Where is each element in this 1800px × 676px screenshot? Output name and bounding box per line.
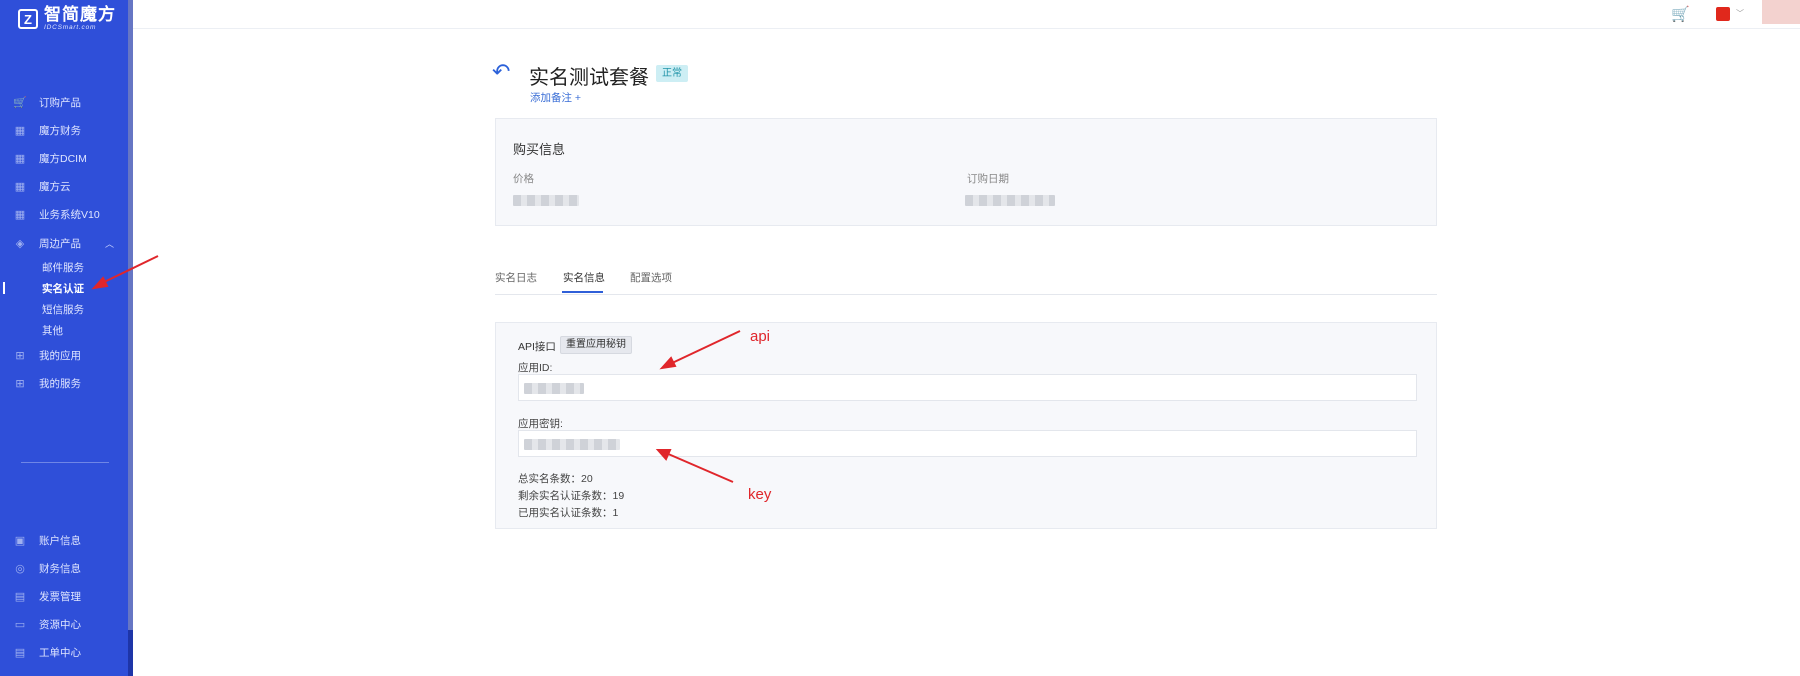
annotation-arrow-key xyxy=(665,452,734,483)
annotation-arrow-api xyxy=(669,330,741,365)
annotation-arrowhead-api xyxy=(659,356,677,370)
annotation-key: key xyxy=(748,486,772,503)
annotation-arrowhead-sidebar xyxy=(91,276,109,290)
annotation-arrows xyxy=(91,255,741,483)
annotation-api: api xyxy=(750,328,771,345)
annotation-arrowhead-key xyxy=(655,449,672,461)
annotation-arrow-sidebar xyxy=(99,255,159,285)
